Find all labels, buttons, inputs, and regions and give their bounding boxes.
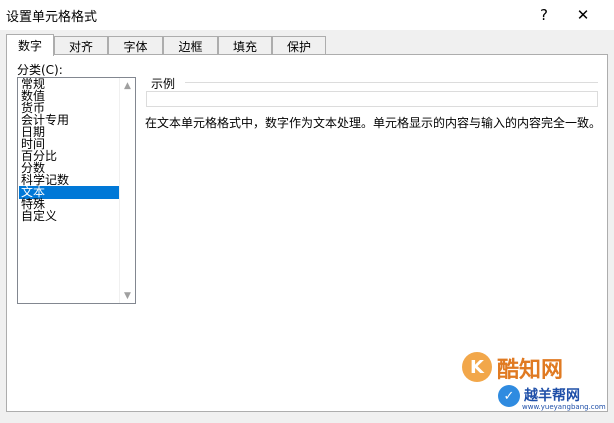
scroll-down-icon[interactable]: ▼ [120,288,135,303]
sample-preview [146,91,598,107]
tab-protection[interactable]: 保护 [272,36,326,55]
close-button[interactable]: ✕ [566,2,600,28]
sample-label: 示例 [151,77,176,91]
scroll-up-icon[interactable]: ▲ [120,78,135,93]
category-scrollbar[interactable]: ▲ ▼ [119,78,135,303]
tab-font[interactable]: 字体 [108,36,163,55]
watermark-secondary-icon: ✓ [498,385,520,407]
category-label: 分类(C): [17,63,63,77]
watermark-text: 酷知网 [497,358,564,383]
tab-alignment[interactable]: 对齐 [54,36,108,55]
category-item-custom[interactable]: 自定义 [19,210,119,223]
sample-group-divider [185,82,598,83]
tab-border[interactable]: 边框 [163,36,218,55]
category-list[interactable]: 常规 数值 货币 会计专用 日期 时间 百分比 分数 科学记数 文本 特殊 自定… [17,77,136,304]
tab-fill[interactable]: 填充 [218,36,272,55]
tab-number[interactable]: 数字 [6,34,54,56]
format-description: 在文本单元格格式中，数字作为文本处理。单元格显示的内容与输入的内容完全一致。 [145,116,602,130]
watermark-url: www.yueyangbang.com [522,403,606,411]
window-title: 设置单元格格式 [6,10,98,25]
title-bar: 设置单元格格式 ? ✕ [0,0,614,30]
watermark-secondary-text: 越羊帮网 [524,388,580,404]
watermark-logo-icon: K [462,352,492,382]
help-button[interactable]: ? [527,2,561,28]
